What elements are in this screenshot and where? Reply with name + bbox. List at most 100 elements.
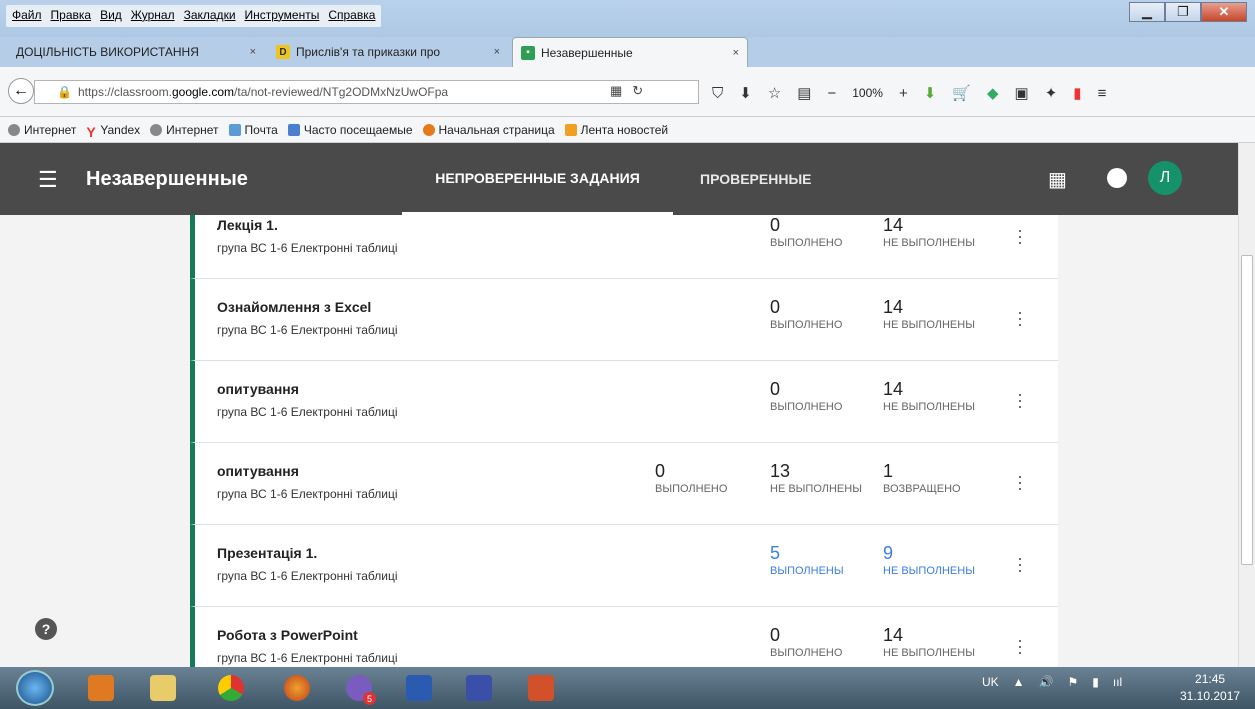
bookmark-label: Лента новостей	[580, 122, 669, 137]
clock-date: 31.10.2017	[1180, 689, 1241, 703]
assignment-stat: 14 НЕ ВЫПОЛНЕНЫ	[883, 215, 975, 249]
firefox-icon	[284, 675, 310, 701]
classroom-favicon-icon: ▪	[521, 45, 535, 60]
browser-tab-2[interactable]: D Прислів'я та приказки про ×	[268, 37, 508, 67]
taskbar-viber[interactable]: 5	[332, 671, 386, 705]
menu-edit[interactable]: Правка	[51, 8, 92, 24]
pocket-icon[interactable]: ⛉	[712, 85, 723, 102]
notifications-icon[interactable]	[1107, 168, 1127, 188]
bookmark-label: Yandex	[100, 122, 141, 137]
language-indicator[interactable]: UK	[982, 675, 999, 689]
assignment-title[interactable]: опитування	[217, 463, 299, 479]
bookmark-homepage[interactable]: Начальная страница	[422, 123, 555, 137]
assignment-title[interactable]: Ознайомлення з Excel	[217, 299, 371, 315]
more-vert-icon[interactable]: · · ·	[1015, 303, 1025, 333]
more-vert-icon[interactable]: · · ·	[1015, 385, 1025, 415]
assignment-card[interactable]: опитування група ВС 1-6 Електронні таблиц…	[190, 361, 1058, 443]
menu-file[interactable]: Файл	[12, 8, 42, 24]
more-vert-icon[interactable]: · · ·	[1015, 467, 1025, 497]
menu-history[interactable]: Журнал	[131, 8, 175, 24]
help-icon[interactable]: ?	[35, 618, 57, 640]
bookmark-frequent[interactable]: Часто посещаемые	[287, 123, 413, 137]
tab-close-icon[interactable]: ×	[244, 46, 256, 58]
globe-icon	[8, 123, 20, 136]
taskbar-outlook[interactable]	[74, 671, 128, 705]
back-arrow-icon[interactable]: ←	[8, 78, 34, 104]
assignment-stat[interactable]: 5 ВЫПОЛНЕНЫ	[770, 543, 844, 577]
notifier-icon[interactable]: ◆	[987, 84, 999, 102]
bookmark-internet[interactable]: Интернет	[8, 123, 76, 137]
assignment-stat[interactable]: 9 НЕ ВЫПОЛНЕНЫ	[883, 543, 975, 577]
assignment-title[interactable]: Лекція 1.	[217, 217, 278, 233]
taskbar-firefox[interactable]	[270, 671, 324, 705]
cart-icon[interactable]: 🛒	[952, 84, 971, 102]
taskbar-chrome[interactable]	[204, 671, 258, 705]
tray-expand-icon[interactable]: ▲	[1013, 675, 1025, 689]
assignment-class: група ВС 1-6 Електронні таблиці	[217, 651, 398, 665]
assignment-stat: 1 ВОЗВРАЩЕНО	[883, 461, 961, 495]
bookmark-yandex[interactable]: Y Yandex	[86, 122, 141, 140]
more-vert-icon[interactable]: · · ·	[1015, 631, 1025, 661]
menu-view[interactable]: Вид	[100, 8, 122, 24]
more-vert-icon[interactable]: · · ·	[1015, 549, 1025, 579]
page-scrollbar[interactable]	[1238, 143, 1255, 667]
assignment-card[interactable]: опитування група ВС 1-6 Електронні таблиц…	[190, 443, 1058, 525]
stat-count: 14	[883, 215, 904, 235]
assignment-card[interactable]: Робота з PowerPoint група ВС 1-6 Електрон…	[190, 607, 1058, 667]
volume-icon[interactable]: 🔊	[1039, 675, 1054, 689]
assignment-title[interactable]: опитування	[217, 381, 299, 397]
browser-tab-1[interactable]: ДОЦІЛЬНІСТЬ ВИКОРИСТАННЯ ×	[8, 37, 264, 67]
hamburger-menu-icon[interactable]: ☰	[38, 167, 58, 193]
flag-icon[interactable]: ▮	[1073, 84, 1081, 102]
taskbar-word[interactable]	[392, 671, 446, 705]
menu-icon[interactable]: ≡	[1098, 85, 1107, 102]
zoom-level[interactable]: 100%	[852, 86, 883, 100]
minimize-icon[interactable]: ▁	[1129, 2, 1165, 22]
bag-icon[interactable]: ▣	[1015, 84, 1029, 102]
apps-grid-icon[interactable]: ▦	[1048, 167, 1067, 192]
menu-bar: Файл Правка Вид Журнал Закладки Инструме…	[6, 5, 382, 27]
signal-icon[interactable]: ııl	[1113, 675, 1122, 689]
battery-icon[interactable]: ▮	[1092, 675, 1099, 689]
assignment-card[interactable]: Презентація 1. група ВС 1-6 Електронні та…	[190, 525, 1058, 607]
menu-tools[interactable]: Инструменты	[245, 8, 320, 24]
taskbar-save[interactable]	[452, 671, 506, 705]
bookmark-internet-2[interactable]: Интернет	[150, 123, 219, 137]
tab-reviewed[interactable]: ПРОВЕРЕННЫЕ	[700, 143, 812, 215]
assignment-card[interactable]: Ознайомлення з Excel група ВС 1-6 Електро…	[190, 279, 1058, 361]
scrollbar-thumb[interactable]	[1241, 255, 1253, 565]
close-icon[interactable]: ✕	[1201, 2, 1247, 22]
menu-help[interactable]: Справка	[328, 8, 375, 24]
avatar[interactable]: Л	[1148, 161, 1182, 195]
reader-view-icon[interactable]: ▦	[610, 83, 622, 99]
menu-bookmarks[interactable]: Закладки	[184, 8, 236, 24]
star-icon[interactable]: ☆	[768, 84, 781, 102]
start-button[interactable]	[16, 670, 54, 706]
tab-unreviewed[interactable]: НЕПРОВЕРЕННЫЕ ЗАДАНИЯ	[402, 143, 673, 215]
tab-close-icon[interactable]: ×	[488, 46, 500, 58]
download-icon[interactable]: ⬇	[739, 84, 752, 102]
bookmark-mail[interactable]: Почта	[228, 123, 278, 137]
window-titlebar: Файл Правка Вид Журнал Закладки Инструме…	[0, 0, 1255, 38]
assignment-card[interactable]: Лекція 1. група ВС 1-6 Електронні таблиці…	[190, 215, 1058, 279]
taskbar-explorer[interactable]	[136, 671, 190, 705]
clock[interactable]: 21:45 31.10.2017	[1180, 671, 1240, 705]
library-icon[interactable]: ▤	[797, 84, 811, 102]
browser-tab-active[interactable]: ▪ Незавершенные ×	[512, 37, 748, 67]
zoom-in-icon[interactable]: +	[899, 85, 908, 102]
maximize-icon[interactable]: ❐	[1165, 2, 1201, 22]
network-flag-icon[interactable]: ⚑	[1068, 675, 1079, 689]
more-vert-icon[interactable]: · · ·	[1015, 221, 1025, 251]
puzzle-icon[interactable]: ✦	[1045, 84, 1058, 102]
url-bar[interactable]: 🔒 https://classroom. google.com/ta/not-re…	[34, 80, 699, 104]
zoom-out-icon[interactable]: −	[827, 85, 836, 102]
assignment-stat: 0 ВЫПОЛНЕНО	[770, 215, 842, 249]
assignment-title[interactable]: Презентація 1.	[217, 545, 317, 561]
taskbar-powerpoint[interactable]	[514, 671, 568, 705]
assignment-title[interactable]: Робота з PowerPoint	[217, 627, 358, 643]
assignment-class: група ВС 1-6 Електронні таблиці	[217, 241, 398, 255]
addon-icon[interactable]: ⬇	[924, 84, 937, 102]
tab-close-icon[interactable]: ×	[727, 47, 739, 59]
bookmark-news[interactable]: Лента новостей	[564, 122, 669, 137]
reload-icon[interactable]: ↻	[632, 83, 643, 99]
